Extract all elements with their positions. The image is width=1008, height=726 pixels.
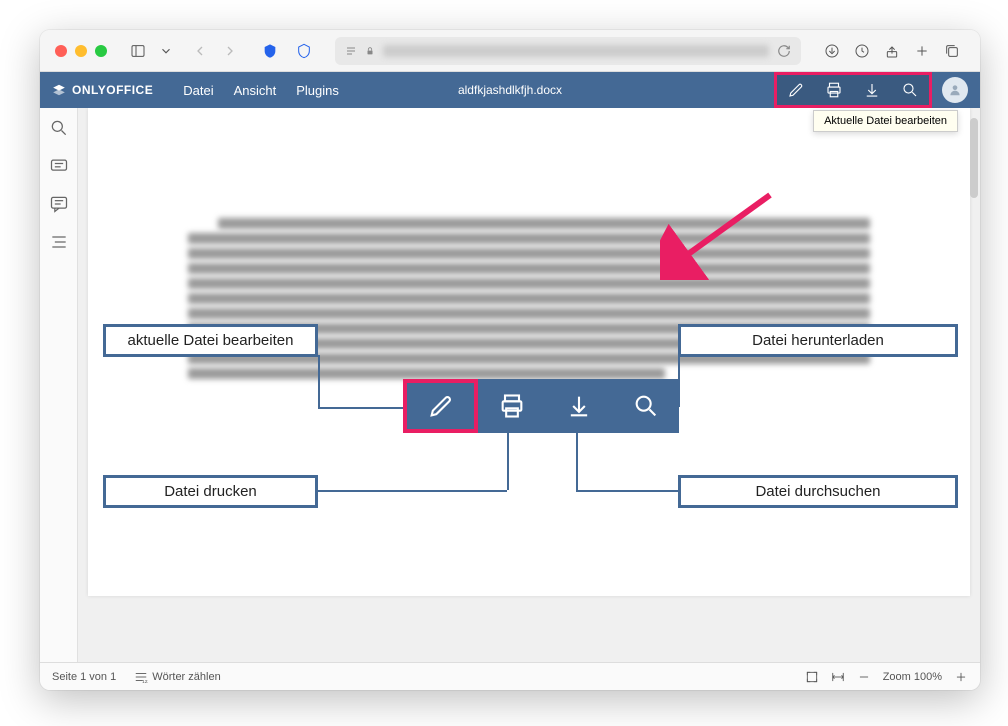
callout-search: Datei durchsuchen [678, 475, 958, 508]
fit-width-button[interactable] [831, 670, 845, 684]
url-text [383, 45, 769, 57]
annotation-search-button [612, 379, 679, 433]
header-action-group [774, 72, 932, 108]
connector-line [576, 433, 578, 490]
menu-view[interactable]: Ansicht [234, 83, 277, 98]
tabs-icon[interactable] [939, 38, 965, 64]
callout-print: Datei drucken [103, 475, 318, 508]
window-maximize-button[interactable] [95, 45, 107, 57]
sidebar-chat-button[interactable] [49, 194, 69, 214]
word-count-button[interactable]: 123 Wörter zählen [134, 670, 220, 684]
search-button[interactable] [891, 75, 929, 105]
browser-toolbar [40, 30, 980, 72]
vertical-scrollbar[interactable] [970, 108, 978, 662]
zoom-out-button[interactable] [857, 670, 871, 684]
edit-tooltip: Aktuelle Datei bearbeiten [813, 110, 958, 132]
lock-icon [365, 46, 375, 56]
scrollbar-thumb[interactable] [970, 118, 978, 198]
window-minimize-button[interactable] [75, 45, 87, 57]
privacy-shield-icon[interactable] [257, 38, 283, 64]
history-icon[interactable] [849, 38, 875, 64]
reader-icon [345, 45, 357, 57]
share-icon[interactable] [879, 38, 905, 64]
reload-icon[interactable] [777, 44, 791, 58]
connector-line [318, 407, 403, 409]
chevron-down-icon[interactable] [159, 38, 173, 64]
page-indicator[interactable]: Seite 1 von 1 [52, 671, 116, 683]
connector-line [507, 433, 509, 490]
app-brand-text: ONLYOFFICE [72, 83, 153, 97]
app-header: ONLYOFFICE Datei Ansicht Plugins aldfkja… [40, 72, 980, 108]
tracker-shield-icon[interactable] [291, 38, 317, 64]
svg-text:123: 123 [142, 678, 148, 683]
zoom-in-button[interactable] [954, 670, 968, 684]
zoom-level[interactable]: Zoom 100% [883, 671, 942, 683]
app-logo[interactable]: ONLYOFFICE [52, 83, 153, 97]
user-avatar[interactable] [942, 77, 968, 103]
annotation-edit-button [403, 379, 478, 433]
connector-line [318, 490, 507, 492]
window-close-button[interactable] [55, 45, 67, 57]
connector-line [576, 490, 678, 492]
address-bar[interactable] [335, 37, 801, 65]
connector-line [318, 355, 320, 407]
sidebar-toggle-button[interactable] [125, 38, 151, 64]
annotation-print-button [478, 379, 545, 433]
callout-edit: aktuelle Datei bearbeiten [103, 324, 318, 357]
status-bar: Seite 1 von 1 123 Wörter zählen Zoom 100… [40, 662, 980, 690]
onlyoffice-logo-icon [52, 83, 66, 97]
menu-plugins[interactable]: Plugins [296, 83, 339, 98]
edit-button[interactable] [777, 75, 815, 105]
left-sidebar [40, 108, 78, 662]
menu-file[interactable]: Datei [183, 83, 213, 98]
new-tab-icon[interactable] [909, 38, 935, 64]
download-button[interactable] [853, 75, 891, 105]
sidebar-comments-button[interactable] [49, 156, 69, 176]
user-icon [948, 83, 962, 97]
back-button[interactable] [187, 38, 213, 64]
annotation-arrow [660, 190, 780, 280]
sidebar-navigation-button[interactable] [49, 232, 69, 252]
annotation-download-button [545, 379, 612, 433]
forward-button[interactable] [217, 38, 243, 64]
annotation-toolbar-enlarged [403, 379, 679, 433]
fit-page-button[interactable] [805, 670, 819, 684]
print-button[interactable] [815, 75, 853, 105]
document-filename: aldfkjashdlkfjh.docx [458, 83, 562, 97]
downloads-icon[interactable] [819, 38, 845, 64]
sidebar-search-button[interactable] [49, 118, 69, 138]
callout-download: Datei herunterladen [678, 324, 958, 357]
